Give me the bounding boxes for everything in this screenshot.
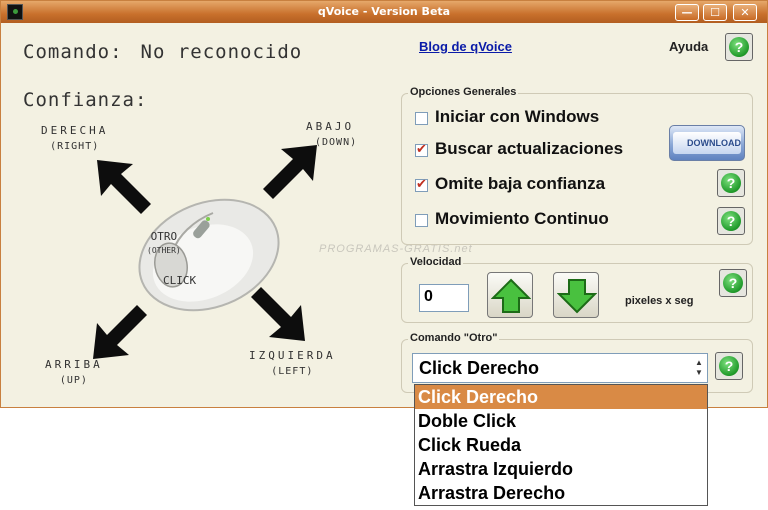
label-derecha: DERECHA (RIGHT) xyxy=(41,123,108,155)
checkbox-buscar-actualizaciones[interactable] xyxy=(415,142,428,157)
label-movimiento-continuo: Movimiento Continuo xyxy=(435,209,609,228)
label-buscar-actualizaciones: Buscar actualizaciones xyxy=(435,139,624,158)
help-icon: ? xyxy=(721,211,741,231)
help-icon: ? xyxy=(723,273,743,293)
label-iniciar-windows: Iniciar con Windows xyxy=(435,107,600,126)
velocidad-unit: pixeles x seg xyxy=(625,295,694,307)
help-button-movimiento[interactable]: ? xyxy=(717,207,745,235)
dropdown-option[interactable]: Doble Click xyxy=(415,409,707,433)
comando-otro-selected: Click Derecho xyxy=(419,358,540,378)
comando-status: Comando: No reconocido xyxy=(23,41,302,63)
download-button[interactable]: DOWNLOAD xyxy=(669,125,745,161)
label-derecha-text: DERECHA xyxy=(41,124,109,137)
spin-arrows-icon[interactable]: ▲ ▼ xyxy=(693,358,705,378)
blog-link[interactable]: Blog de qVoice xyxy=(419,39,512,54)
help-button-omite[interactable]: ? xyxy=(717,169,745,197)
label-click: CLICK xyxy=(163,274,197,287)
download-label: DOWNLOAD xyxy=(673,132,741,154)
ayuda-label: Ayuda xyxy=(669,39,709,54)
minimize-button[interactable]: — xyxy=(675,4,699,21)
help-button-comando-otro[interactable]: ? xyxy=(715,352,743,380)
arrow-up-icon xyxy=(491,278,531,313)
checkbox-omite-baja-confianza[interactable] xyxy=(415,177,428,192)
label-izquierda: IZQUIERDA (LEFT) xyxy=(249,348,336,380)
label-otro-text: OTRO xyxy=(150,230,178,243)
velocidad-title: Velocidad xyxy=(408,256,464,268)
comando-otro-dropdown[interactable]: Click Derecho Doble Click Click Rueda Ar… xyxy=(414,384,708,506)
velocidad-down-button[interactable] xyxy=(553,272,599,318)
close-button[interactable]: ✕ xyxy=(733,4,757,21)
comando-value: No reconocido xyxy=(140,41,303,63)
confianza-label: Confianza: xyxy=(23,89,148,111)
label-arriba-sub: (UP) xyxy=(59,375,88,386)
checkbox-iniciar-windows[interactable] xyxy=(415,112,428,125)
help-icon: ? xyxy=(719,356,739,376)
title-bar[interactable]: qVoice - Version Beta — ☐ ✕ xyxy=(1,1,767,23)
velocidad-up-button[interactable] xyxy=(487,272,533,318)
comando-label: Comando: xyxy=(23,41,123,63)
checkbox-movimiento-continuo[interactable] xyxy=(415,214,428,227)
dropdown-option[interactable]: Arrastra Derecho xyxy=(415,481,707,505)
ayuda-help-button[interactable]: ? xyxy=(725,33,753,61)
label-omite-baja-confianza: Omite baja confianza xyxy=(435,174,606,193)
velocidad-input[interactable]: 0 xyxy=(419,284,469,312)
label-derecha-sub: (RIGHT) xyxy=(50,141,100,152)
label-izquierda-text: IZQUIERDA xyxy=(249,349,336,362)
dropdown-option[interactable]: Arrastra Izquierdo xyxy=(415,457,707,481)
arrow-down-icon xyxy=(557,279,597,314)
label-otro: OTRO (OTHER) xyxy=(147,230,181,256)
main-window: qVoice - Version Beta — ☐ ✕ Comando: No r… xyxy=(0,0,768,408)
dropdown-option[interactable]: Click Rueda xyxy=(415,433,707,457)
maximize-button[interactable]: ☐ xyxy=(703,4,727,21)
comando-otro-title: Comando "Otro" xyxy=(408,332,500,344)
label-abajo-sub: (DOWN) xyxy=(315,137,358,148)
label-otro-sub: (OTHER) xyxy=(147,246,181,255)
help-button-velocidad[interactable]: ? xyxy=(719,269,747,297)
window-title: qVoice - Version Beta xyxy=(317,5,451,18)
help-icon: ? xyxy=(721,173,741,193)
opciones-generales-title: Opciones Generales xyxy=(408,86,519,98)
help-icon: ? xyxy=(729,37,749,57)
label-izquierda-sub: (LEFT) xyxy=(271,366,314,377)
label-abajo-text: ABAJO xyxy=(306,120,355,133)
dropdown-option[interactable]: Click Derecho xyxy=(415,385,707,409)
comando-otro-select[interactable]: Click Derecho ▲ ▼ xyxy=(412,353,708,383)
